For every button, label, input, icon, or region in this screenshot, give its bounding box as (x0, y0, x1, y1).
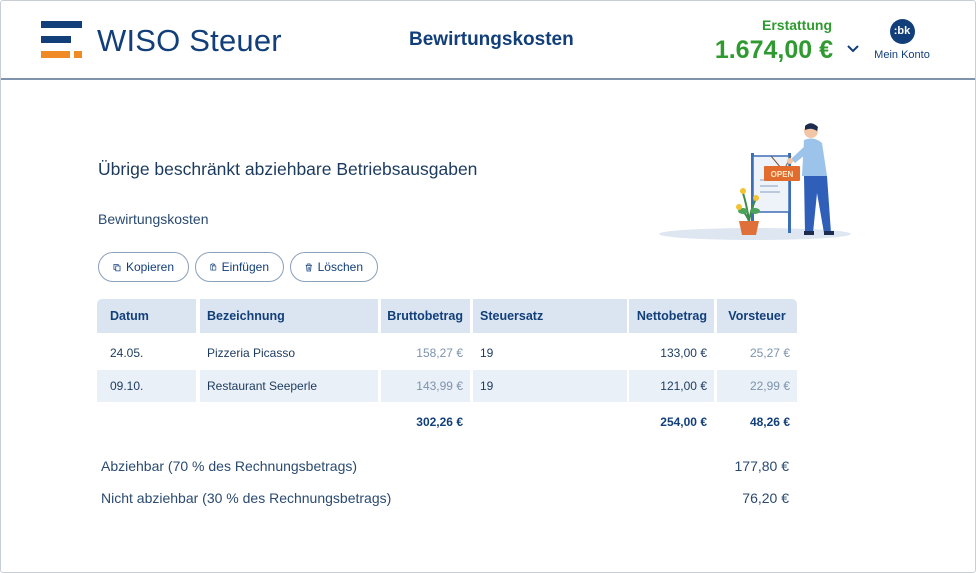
refund-label: Erstattung (762, 17, 832, 33)
cell-nettobetrag[interactable]: 133,00 € (629, 336, 714, 369)
copy-icon (113, 263, 121, 271)
table-row[interactable]: 09.10. Restaurant Seeperle 143,99 € 19 1… (97, 370, 797, 402)
header-bezeichnung[interactable]: Bezeichnung (200, 299, 378, 333)
summary-non-deductible-value: 76,20 € (742, 490, 789, 506)
cell-vorsteuer: 22,99 € (717, 370, 797, 402)
summary-deductible-label: Abziehbar (70 % des Rechnungsbetrags) (101, 458, 358, 474)
cell-steuersatz[interactable]: 19 (473, 370, 627, 402)
cell-nettobetrag[interactable]: 121,00 € (629, 370, 714, 402)
delete-button[interactable]: Löschen (290, 252, 378, 282)
trash-icon (305, 263, 312, 271)
account-menu[interactable]: :bk Mein Konto (867, 19, 937, 61)
chevron-down-icon[interactable] (846, 42, 860, 54)
paste-button-label: Einfügen (221, 260, 269, 274)
header-nettobetrag[interactable]: Nettobetrag (629, 299, 714, 333)
wiso-logo[interactable]: WISO Steuer (41, 21, 282, 61)
cell-datum[interactable]: 09.10. (97, 370, 196, 402)
table-totals-row: 302,26 € 254,00 € 48,26 € (97, 405, 797, 438)
paste-button[interactable]: Einfügen (195, 252, 284, 282)
sub-title: Bewirtungskosten (98, 211, 209, 227)
delete-button-label: Löschen (317, 260, 363, 274)
refund-value: 1.674,00 € (714, 36, 833, 64)
open-sign-illustration: OPEN (659, 123, 851, 240)
total-nettobetrag: 254,00 € (660, 414, 707, 429)
cell-steuersatz[interactable]: 19 (473, 336, 627, 369)
table-toolbar: Kopieren Einfügen Löschen (98, 252, 378, 282)
cell-bezeichnung[interactable]: Pizzeria Picasso (200, 336, 378, 369)
cell-bruttobetrag[interactable]: 158,27 € (381, 336, 470, 369)
summary-non-deductible: Nicht abziehbar (30 % des Rechnungsbetra… (101, 490, 791, 510)
copy-button[interactable]: Kopieren (98, 252, 189, 282)
copy-button-label: Kopieren (125, 260, 174, 274)
table-header-row: Datum Bezeichnung Bruttobetrag Steuersat… (97, 299, 797, 333)
header-datum[interactable]: Datum (97, 299, 196, 333)
top-header: WISO Steuer Bewirtungskosten Erstattung … (1, 1, 975, 80)
summary-non-deductible-label: Nicht abziehbar (30 % des Rechnungsbetra… (101, 490, 392, 506)
logo-text: WISO Steuer (97, 23, 282, 58)
open-sign-text: OPEN (771, 170, 794, 179)
cell-bruttobetrag[interactable]: 143,99 € (381, 370, 470, 402)
total-bruttobetrag: 302,26 € (416, 414, 463, 429)
avatar: :bk (889, 19, 915, 44)
cell-bezeichnung[interactable]: Restaurant Seeperle (200, 370, 378, 402)
account-label: Mein Konto (874, 49, 930, 61)
cell-vorsteuer: 25,27 € (749, 345, 790, 360)
cell-datum[interactable]: 24.05. (97, 336, 196, 369)
summary-deductible-value: 177,80 € (734, 458, 790, 474)
refund-display[interactable]: Erstattung 1.674,00 € (715, 17, 833, 65)
page-title: Bewirtungskosten (409, 29, 574, 50)
header-vorsteuer[interactable]: Vorsteuer (717, 299, 797, 333)
header-bruttobetrag[interactable]: Bruttobetrag (381, 299, 470, 333)
header-steuersatz[interactable]: Steuersatz (473, 299, 627, 333)
total-vorsteuer: 48,26 € (749, 414, 790, 429)
paste-icon (210, 263, 217, 271)
section-title: Übrige beschränkt abziehbare Betriebsaus… (98, 159, 478, 179)
app-window: WISO Steuer Bewirtungskosten Erstattung … (0, 0, 976, 573)
logo-mark-icon (41, 21, 85, 61)
table-row[interactable]: 24.05. Pizzeria Picasso 158,27 € 19 133,… (97, 336, 797, 369)
summary-deductible: Abziehbar (70 % des Rechnungsbetrags) 17… (101, 458, 791, 478)
